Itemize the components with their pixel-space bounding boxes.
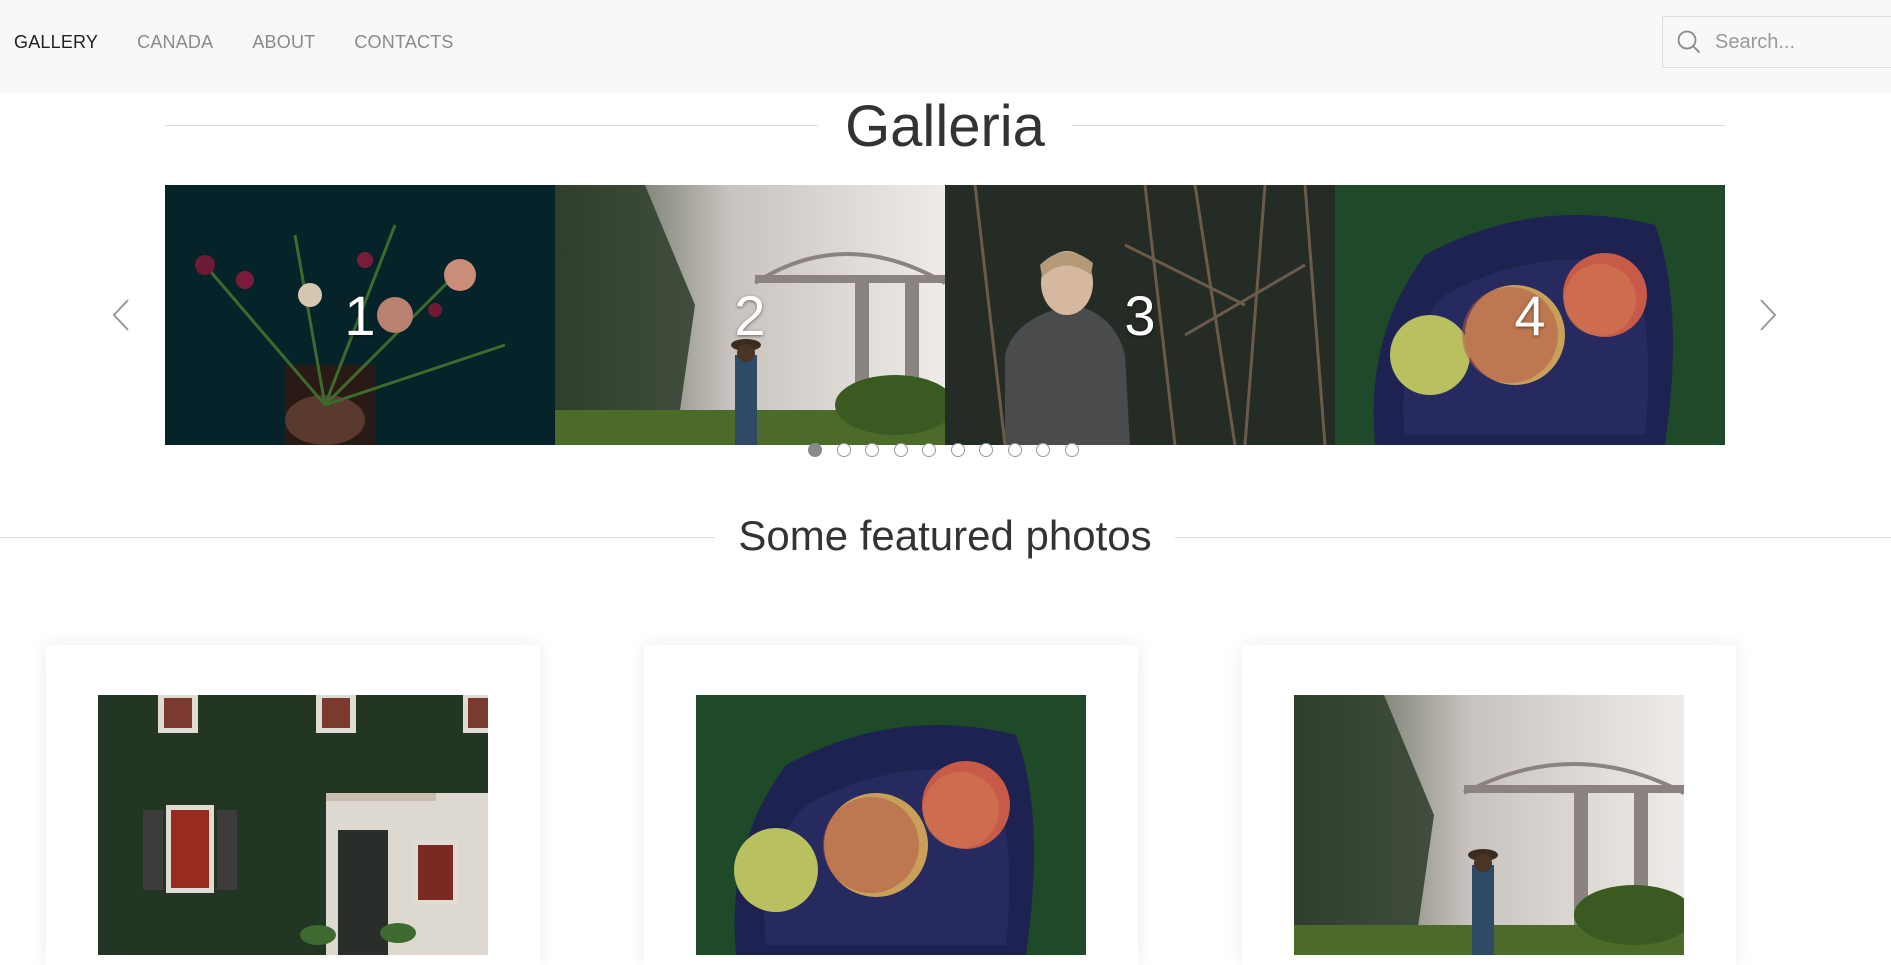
carousel-dot[interactable] [836, 443, 851, 457]
carousel-dot[interactable] [893, 443, 908, 457]
featured-card[interactable] [46, 645, 540, 965]
galleria-divider-left [165, 125, 818, 126]
search-box[interactable] [1662, 16, 1891, 68]
carousel-dot[interactable] [865, 443, 879, 457]
chevron-left-icon[interactable] [110, 297, 134, 333]
card-photo-ivy-house [98, 695, 488, 955]
nav-item-gallery[interactable]: GALLERY [14, 32, 98, 53]
nav-item-about[interactable]: ABOUT [252, 32, 315, 53]
carousel-dot[interactable] [1064, 443, 1079, 457]
nav-item-contacts[interactable]: CONTACTS [354, 32, 453, 53]
featured-divider-left [0, 537, 715, 538]
galleria-title: Galleria [845, 94, 1045, 159]
nav-item-canada[interactable]: CANADA [137, 32, 213, 53]
featured-card[interactable] [644, 645, 1138, 965]
search-icon [1677, 30, 1700, 53]
carousel-slide[interactable]: 2 [555, 185, 945, 445]
carousel-dot[interactable] [979, 443, 993, 457]
carousel-dot[interactable] [808, 443, 822, 457]
slide-number: 3 [1124, 283, 1156, 347]
carousel-slide[interactable]: 4 [1335, 185, 1725, 445]
navbar: GALLERY CANADA ABOUT CONTACTS [0, 0, 1891, 93]
search-input[interactable] [1715, 30, 1891, 54]
carousel-slide[interactable]: 3 [945, 185, 1335, 445]
chevron-right-icon[interactable] [1755, 297, 1779, 333]
carousel-dot[interactable] [950, 443, 965, 457]
carousel-dots [808, 443, 1093, 457]
slide-number: 2 [734, 283, 766, 347]
featured-card[interactable] [1242, 645, 1736, 965]
featured-divider-right [1175, 537, 1891, 538]
carousel-dot[interactable] [1036, 443, 1050, 457]
galleria-divider-right [1072, 125, 1725, 126]
carousel-slide[interactable]: 1 [165, 185, 555, 445]
galleria-carousel: 1 2 3 4 [165, 185, 1725, 445]
carousel-dot[interactable] [922, 443, 936, 457]
nav-menu: GALLERY CANADA ABOUT CONTACTS [0, 0, 479, 84]
slide-number: 1 [344, 283, 376, 347]
card-photo-bridge [1294, 695, 1684, 955]
card-photo-apples [696, 695, 1086, 955]
featured-title: Some featured photos [738, 512, 1152, 559]
carousel-dot[interactable] [1007, 443, 1022, 457]
slide-number: 4 [1514, 283, 1546, 347]
